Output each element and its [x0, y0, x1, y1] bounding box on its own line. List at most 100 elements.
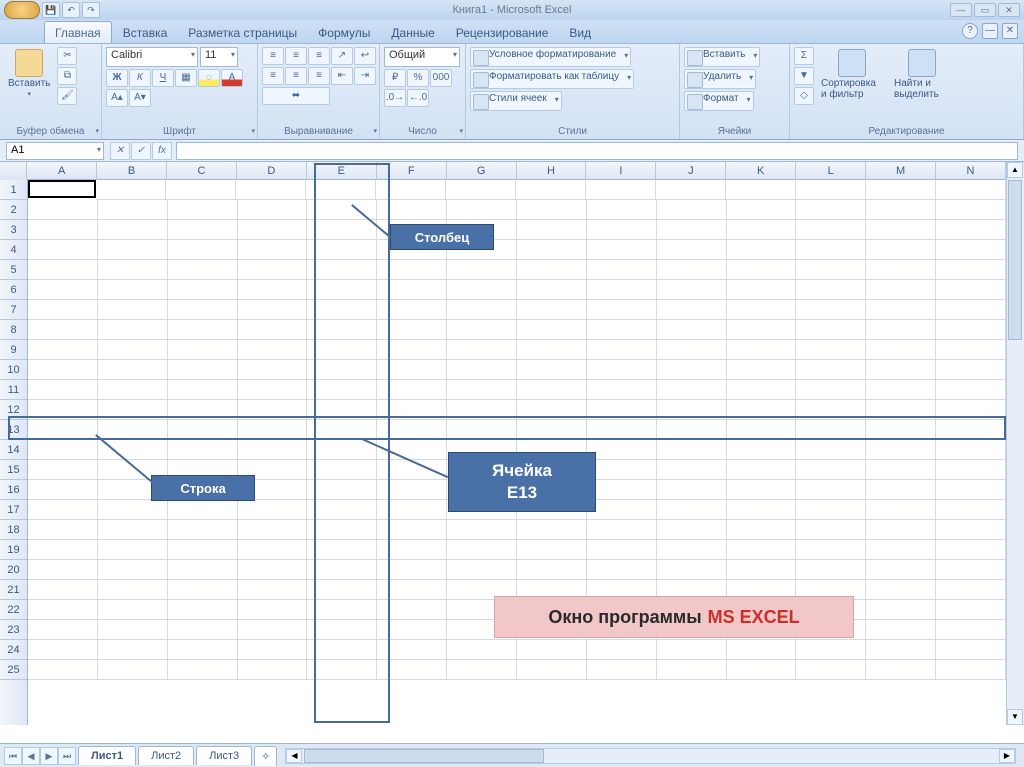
qat-save-icon[interactable]: 💾 [42, 2, 60, 18]
row-header[interactable]: 8 [0, 320, 27, 340]
cell[interactable] [307, 660, 377, 680]
cell[interactable] [28, 600, 98, 620]
align-center-button[interactable]: ≡ [285, 67, 307, 85]
cell[interactable] [936, 540, 1006, 560]
column-header[interactable]: G [447, 162, 517, 180]
cell[interactable] [657, 260, 727, 280]
cell[interactable] [866, 540, 936, 560]
cell[interactable] [517, 520, 587, 540]
cell[interactable] [377, 520, 447, 540]
cell[interactable] [587, 280, 657, 300]
cell[interactable] [168, 200, 238, 220]
cell[interactable] [657, 300, 727, 320]
tab-home[interactable]: Главная [44, 21, 112, 43]
cell[interactable] [796, 340, 866, 360]
row-header[interactable]: 3 [0, 220, 27, 240]
cell[interactable] [28, 300, 98, 320]
align-middle-button[interactable]: ≡ [285, 47, 307, 65]
cell[interactable] [657, 540, 727, 560]
column-header[interactable]: D [237, 162, 307, 180]
cell[interactable] [657, 420, 727, 440]
cell[interactable] [447, 580, 517, 600]
cell[interactable] [517, 280, 587, 300]
cell[interactable] [796, 520, 866, 540]
tab-formulas[interactable]: Формулы [308, 22, 380, 43]
cell[interactable] [727, 560, 797, 580]
cell[interactable] [727, 580, 797, 600]
cell[interactable] [238, 560, 308, 580]
cell[interactable] [307, 540, 377, 560]
cell[interactable] [936, 280, 1006, 300]
cell[interactable] [866, 400, 936, 420]
cell[interactable] [447, 200, 517, 220]
row-header[interactable]: 25 [0, 660, 27, 680]
cell[interactable] [587, 340, 657, 360]
cell[interactable] [587, 660, 657, 680]
cell[interactable] [936, 320, 1006, 340]
cell[interactable] [28, 480, 98, 500]
cell[interactable] [377, 380, 447, 400]
cell[interactable] [377, 240, 447, 260]
cell[interactable] [28, 220, 98, 240]
cell[interactable] [168, 380, 238, 400]
cell[interactable] [168, 500, 238, 520]
cell[interactable] [936, 400, 1006, 420]
cell[interactable] [307, 380, 377, 400]
cell[interactable] [307, 640, 377, 660]
cell[interactable] [168, 320, 238, 340]
cell[interactable] [377, 580, 447, 600]
font-color-button[interactable]: A [221, 69, 243, 87]
cell[interactable] [168, 420, 238, 440]
row-header[interactable]: 16 [0, 480, 27, 500]
insert-cells-button[interactable]: Вставить [684, 47, 760, 67]
cell[interactable] [866, 260, 936, 280]
cell[interactable] [517, 620, 587, 640]
cell[interactable] [517, 460, 587, 480]
cell[interactable] [587, 520, 657, 540]
cell[interactable] [307, 520, 377, 540]
cell[interactable] [28, 340, 98, 360]
cell[interactable] [447, 300, 517, 320]
cell[interactable] [657, 320, 727, 340]
cell[interactable] [517, 380, 587, 400]
cell[interactable] [28, 240, 98, 260]
cell[interactable] [657, 480, 727, 500]
cell[interactable] [447, 640, 517, 660]
cell[interactable] [168, 640, 238, 660]
cell[interactable] [307, 580, 377, 600]
sheet-nav-next-icon[interactable]: ▶ [40, 747, 58, 765]
tab-page-layout[interactable]: Разметка страницы [178, 22, 307, 43]
row-header[interactable]: 13 [0, 420, 27, 440]
cells-area[interactable] [28, 180, 1006, 725]
cell[interactable] [866, 420, 936, 440]
cell[interactable] [936, 640, 1006, 660]
cell[interactable] [936, 480, 1006, 500]
column-header[interactable]: N [936, 162, 1006, 180]
help-icon[interactable]: ? [962, 23, 978, 39]
cell[interactable] [796, 180, 866, 200]
cell[interactable] [377, 480, 447, 500]
new-sheet-tab[interactable]: ✧ [254, 746, 277, 766]
wrap-text-button[interactable]: ↩ [354, 47, 376, 65]
cell[interactable] [866, 360, 936, 380]
row-header[interactable]: 7 [0, 300, 27, 320]
cell[interactable] [796, 540, 866, 560]
cell[interactable] [377, 500, 447, 520]
cell-styles-button[interactable]: Стили ячеек [470, 91, 562, 111]
cell[interactable] [936, 440, 1006, 460]
cell[interactable] [377, 300, 447, 320]
cell[interactable] [307, 440, 377, 460]
cell[interactable] [98, 580, 168, 600]
cell[interactable] [936, 580, 1006, 600]
cell[interactable] [168, 220, 238, 240]
cell[interactable] [936, 500, 1006, 520]
align-right-button[interactable]: ≡ [308, 67, 330, 85]
percent-button[interactable]: % [407, 69, 429, 87]
cell[interactable] [587, 580, 657, 600]
row-header[interactable]: 17 [0, 500, 27, 520]
cell[interactable] [936, 300, 1006, 320]
cell[interactable] [28, 380, 98, 400]
cell[interactable] [238, 200, 308, 220]
copy-icon[interactable]: ⧉ [57, 67, 77, 85]
fill-button[interactable]: ▼ [794, 67, 814, 85]
